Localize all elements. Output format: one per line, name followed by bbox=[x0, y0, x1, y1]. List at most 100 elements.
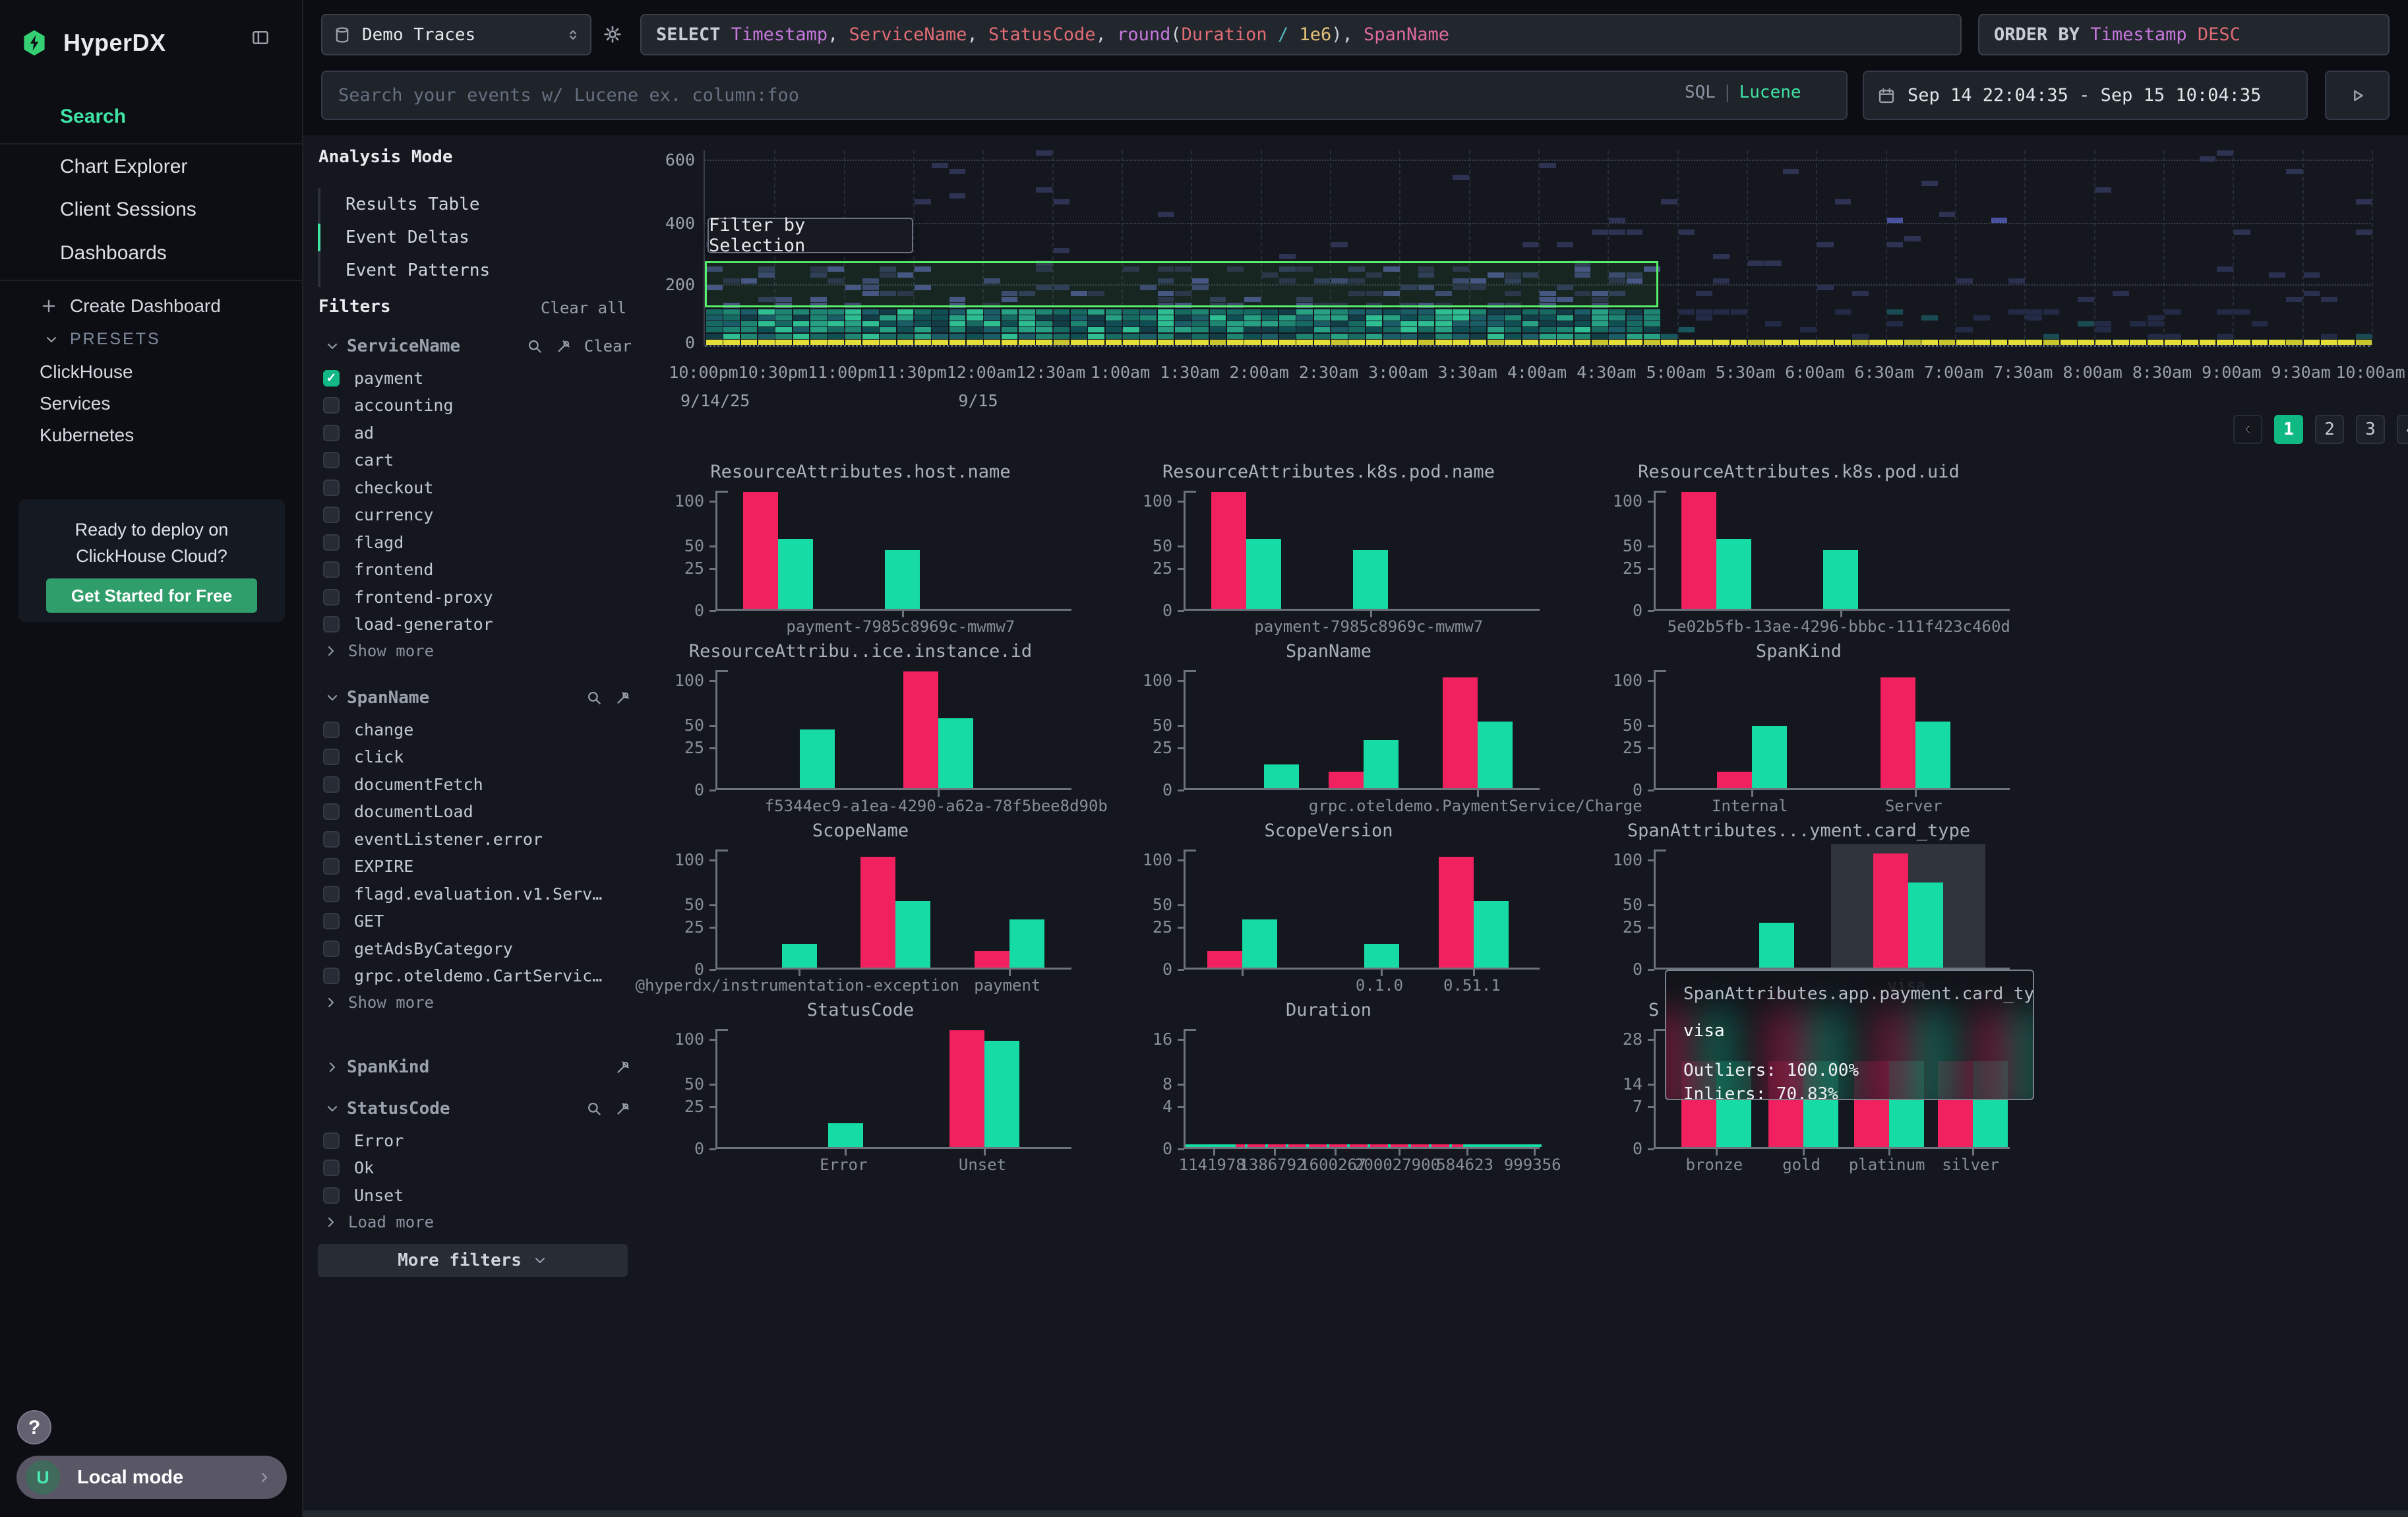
checkbox[interactable] bbox=[323, 1132, 340, 1149]
filter-option-error[interactable]: Error bbox=[323, 1127, 626, 1154]
checkbox[interactable] bbox=[323, 589, 340, 605]
inlier-bar[interactable] bbox=[1353, 550, 1388, 609]
order-by-editor[interactable]: ORDER BY Timestamp DESC bbox=[1978, 14, 2390, 55]
filter-option-load-generator[interactable]: load-generator bbox=[323, 611, 626, 638]
page-button-4[interactable]: 4 bbox=[2397, 415, 2408, 444]
sql-editor[interactable]: SELECT Timestamp, ServiceName, StatusCod… bbox=[640, 14, 1962, 55]
presets-toggle[interactable]: PRESETS bbox=[44, 330, 161, 349]
outlier-bar[interactable] bbox=[1717, 772, 1752, 788]
filter-option-ad[interactable]: ad bbox=[323, 419, 626, 446]
filter-option-checkout[interactable]: checkout bbox=[323, 474, 626, 501]
inlier-bar[interactable] bbox=[1759, 923, 1794, 968]
filter-option-change[interactable]: change bbox=[323, 716, 626, 743]
filter-option-currency[interactable]: currency bbox=[323, 502, 626, 528]
magnifier-icon[interactable] bbox=[586, 1100, 603, 1117]
outlier-bar[interactable] bbox=[743, 492, 778, 609]
inlier-bar[interactable] bbox=[1908, 882, 1943, 968]
checkbox[interactable] bbox=[323, 858, 340, 875]
filter-option-frontend-proxy[interactable]: frontend-proxy bbox=[323, 584, 626, 610]
run-query-button[interactable] bbox=[2325, 71, 2390, 120]
inlier-bar[interactable] bbox=[800, 729, 835, 788]
outlier-bar[interactable] bbox=[1873, 853, 1908, 968]
outlier-bar[interactable] bbox=[1443, 677, 1478, 788]
filter-option-expire[interactable]: EXPIRE bbox=[323, 853, 626, 880]
magnifier-icon[interactable] bbox=[526, 338, 543, 355]
pin-icon[interactable] bbox=[615, 689, 632, 706]
load-more-button[interactable]: Load more bbox=[323, 1211, 434, 1233]
filter-option-eventlistener-error[interactable]: eventListener.error bbox=[323, 826, 626, 852]
inlier-bar[interactable] bbox=[1752, 726, 1787, 788]
filter-group-servicename[interactable]: ServiceNameClear bbox=[313, 333, 632, 359]
filter-option-ok[interactable]: Ok bbox=[323, 1155, 626, 1181]
page-button-2[interactable]: 2 bbox=[2315, 415, 2344, 444]
checkbox[interactable] bbox=[323, 886, 340, 902]
checkbox[interactable] bbox=[323, 534, 340, 551]
search-input[interactable] bbox=[321, 71, 1848, 120]
outlier-bar[interactable] bbox=[1329, 772, 1364, 788]
checkbox[interactable] bbox=[323, 452, 340, 468]
sidebar-item-client-sessions[interactable]: Client Sessions bbox=[0, 190, 303, 230]
page-button-3[interactable]: 3 bbox=[2356, 415, 2385, 444]
local-mode-button[interactable]: U Local mode bbox=[16, 1456, 287, 1499]
inlier-bar[interactable] bbox=[1364, 944, 1399, 968]
page-button-1[interactable]: 1 bbox=[2274, 415, 2303, 444]
gear-icon[interactable] bbox=[602, 24, 623, 45]
filter-option-getadsbycategory[interactable]: getAdsByCategory bbox=[323, 935, 626, 962]
inlier-bar[interactable] bbox=[782, 944, 817, 968]
sql-mode-label[interactable]: SQL bbox=[1685, 82, 1716, 102]
show-more-button[interactable]: Show more bbox=[323, 991, 434, 1014]
filter-option-get[interactable]: GET bbox=[323, 908, 626, 935]
duration-heatmap[interactable] bbox=[704, 150, 2370, 346]
get-started-button[interactable]: Get Started for Free bbox=[46, 578, 257, 613]
inlier-bar[interactable] bbox=[984, 1041, 1019, 1147]
analysis-mode-event-deltas[interactable]: Event Deltas bbox=[318, 221, 628, 254]
collapse-panel-icon[interactable] bbox=[251, 28, 270, 47]
checkbox[interactable] bbox=[323, 749, 340, 765]
filter-option-flagd[interactable]: flagd bbox=[323, 529, 626, 555]
create-dashboard-button[interactable]: Create Dashboard bbox=[40, 295, 221, 317]
inlier-bar[interactable] bbox=[1823, 550, 1858, 609]
filter-group-spanname[interactable]: SpanName bbox=[313, 685, 632, 711]
inlier-bar[interactable] bbox=[1364, 740, 1399, 788]
filter-option-accounting[interactable]: accounting bbox=[323, 392, 626, 419]
checkbox[interactable] bbox=[323, 425, 340, 441]
checkbox[interactable] bbox=[323, 776, 340, 793]
outlier-bar[interactable] bbox=[1881, 677, 1915, 788]
inlier-bar[interactable] bbox=[1264, 764, 1299, 788]
language-toggle[interactable]: SQL|Lucene bbox=[1685, 82, 1801, 102]
inlier-bar[interactable] bbox=[778, 539, 813, 609]
analysis-mode-event-patterns[interactable]: Event Patterns bbox=[318, 254, 628, 287]
checkbox[interactable] bbox=[323, 397, 340, 414]
inlier-bar[interactable] bbox=[938, 718, 973, 788]
filter-option-grpc-oteldemo-cartservic-[interactable]: grpc.oteldemo.CartServic… bbox=[323, 963, 626, 989]
inlier-bar[interactable] bbox=[895, 901, 930, 968]
outlier-bar[interactable] bbox=[1681, 492, 1716, 609]
checkbox-checked[interactable]: ✓ bbox=[323, 370, 340, 387]
inlier-bar[interactable] bbox=[1242, 919, 1277, 968]
checkbox[interactable] bbox=[323, 1160, 340, 1176]
outlier-bar[interactable] bbox=[1211, 492, 1246, 609]
filter-option-payment[interactable]: ✓payment bbox=[323, 365, 626, 391]
more-filters-button[interactable]: More filters bbox=[318, 1244, 628, 1277]
inlier-bar[interactable] bbox=[828, 1123, 863, 1147]
filter-option-documentload[interactable]: documentLoad bbox=[323, 799, 626, 825]
inlier-bar[interactable] bbox=[1716, 539, 1751, 609]
help-button[interactable]: ? bbox=[17, 1410, 51, 1444]
checkbox[interactable] bbox=[323, 722, 340, 738]
pin-icon[interactable] bbox=[615, 1059, 632, 1076]
analysis-mode-results-table[interactable]: Results Table bbox=[318, 188, 628, 221]
filter-group-spankind[interactable]: SpanKind bbox=[313, 1054, 632, 1080]
magnifier-icon[interactable] bbox=[586, 689, 603, 706]
source-select[interactable]: Demo Traces bbox=[321, 14, 591, 55]
clear-all-button[interactable]: Clear all bbox=[541, 299, 626, 317]
checkbox[interactable] bbox=[323, 616, 340, 633]
checkbox[interactable] bbox=[323, 968, 340, 984]
checkbox[interactable] bbox=[323, 561, 340, 578]
checkbox[interactable] bbox=[323, 831, 340, 848]
sidebar-item-chart-explorer[interactable]: Chart Explorer bbox=[0, 147, 303, 187]
filter-option-cart[interactable]: cart bbox=[323, 447, 626, 474]
inlier-bar[interactable] bbox=[1478, 722, 1513, 788]
filter-option-unset[interactable]: Unset bbox=[323, 1182, 626, 1208]
sidebar-preset-clickhouse[interactable]: ClickHouse bbox=[40, 361, 133, 383]
inlier-bar[interactable] bbox=[1915, 722, 1950, 788]
